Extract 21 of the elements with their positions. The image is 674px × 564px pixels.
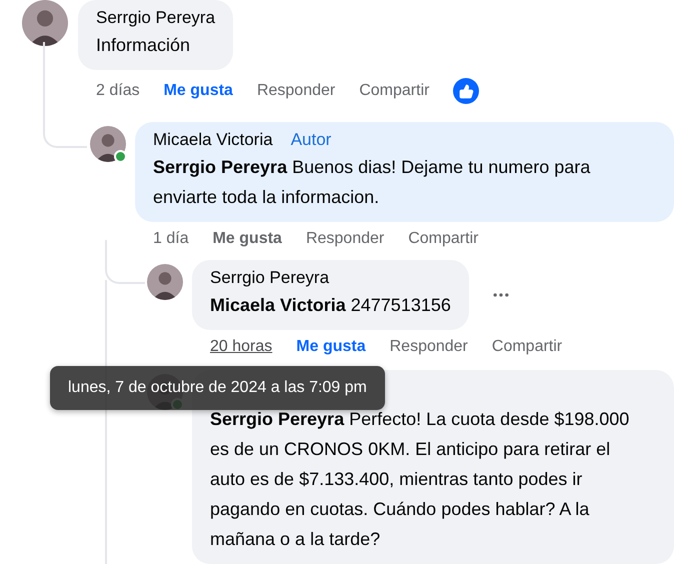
author-name[interactable]: Serrgio Pereyra: [210, 268, 330, 288]
author-name[interactable]: Micaela Victoria: [153, 130, 273, 150]
reply-link[interactable]: Responder: [390, 338, 468, 356]
like-link[interactable]: Me gusta: [296, 338, 366, 356]
like-link[interactable]: Me gusta: [164, 82, 233, 100]
timestamp-tooltip: lunes, 7 de octubre de 2024 a las 7:09 pm: [50, 366, 385, 410]
share-link[interactable]: Compartir: [359, 82, 430, 100]
comment-text: Información: [96, 34, 192, 57]
author-name[interactable]: Serrgio Pereyra: [96, 8, 216, 28]
author-label: Autor: [290, 130, 332, 150]
comment-time[interactable]: 1 día: [153, 230, 189, 248]
like-link[interactable]: Me gusta: [212, 230, 282, 248]
comment-text: Serrgio Pereyra Buenos dias! Dejame tu numero para enviarte toda la informacion.: [153, 156, 592, 209]
reply-link[interactable]: Responder: [256, 82, 336, 100]
comment-text: Micaela Victoria 2477513156: [210, 294, 451, 317]
comment-time[interactable]: 2 días: [96, 82, 140, 100]
comment-time[interactable]: 20 horas: [210, 338, 272, 356]
comment-text: Serrgio Pereyra Perfecto! La cuota desde $198.000 es de un CRONOS 0KM. El anticipo para retirar el auto es de $7.133.400, mientras tanto podes ir pagando en cuotas. Cuándo podes hablar? A la mañana o a la tarde?: [210, 408, 630, 551]
share-link[interactable]: Compartir: [492, 338, 562, 356]
reply-link[interactable]: Responder: [306, 230, 384, 248]
share-link[interactable]: Compartir: [408, 230, 478, 248]
